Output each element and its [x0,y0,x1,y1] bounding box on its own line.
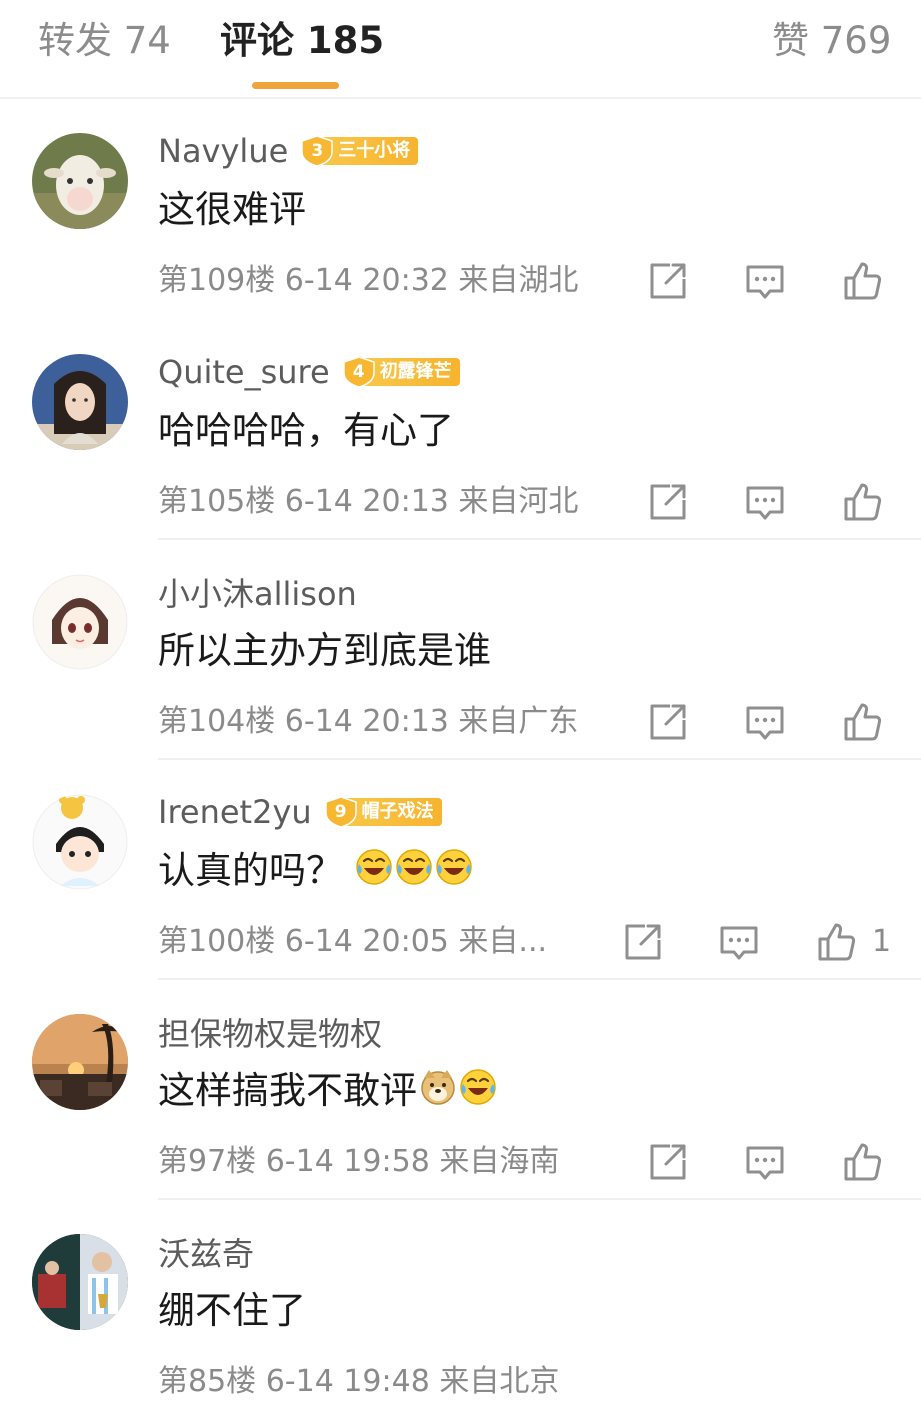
share-icon[interactable] [646,259,690,303]
comment-item: Navylue 3 三十小将 这很难评 第109楼 6-14 20:32 来自湖… [0,99,921,319]
fan-badge[interactable]: 3 三十小将 [300,135,419,167]
comment-item: 担保物权是物权 这样搞我不敢评 第97楼 6-14 19:58 来自海南 [0,980,921,1200]
comment-text: 所以主办方到底是谁 [158,629,491,672]
tab-comments[interactable]: 评论 185 [220,18,384,64]
like-icon[interactable] [840,700,884,744]
badge-level-icon: 4 [342,356,376,388]
username[interactable]: 沃兹奇 [158,1229,254,1275]
fan-badge[interactable]: 9 帽子戏法 [324,796,442,828]
comment-meta: 第105楼 6-14 20:13 来自河北 [158,484,579,519]
username[interactable]: Navylue [158,132,288,170]
comment-meta: 第85楼 6-14 19:48 来自北京 [158,1364,560,1399]
reply-icon[interactable] [743,700,787,744]
comment-text: 绷不住了 [158,1289,306,1332]
comment-text: 这样搞我不敢评 [158,1062,497,1112]
comment-text: 认真的吗？ [158,842,473,892]
like-icon[interactable] [840,1140,884,1184]
tab-likes[interactable]: 赞 769 [772,18,891,64]
tab-reposts[interactable]: 转发 74 [38,18,171,64]
comment-text: 哈哈哈哈，有心了 [158,409,454,452]
username[interactable]: Quite_sure [158,353,330,391]
username[interactable]: 小小沐allison [158,569,357,615]
avatar[interactable] [32,1014,128,1110]
like-icon[interactable] [840,259,884,303]
laugh-cry-emoji-icon [355,848,393,886]
like-count: 1 [872,924,892,959]
avatar[interactable] [32,133,128,229]
avatar[interactable] [32,1234,128,1330]
fan-badge[interactable]: 4 初露锋芒 [342,356,460,388]
comment-tabs: 转发 74 评论 185 赞 769 [0,0,921,99]
comment-meta: 第100楼 6-14 20:05 来自... [158,924,548,959]
comment-text: 这很难评 [158,188,306,231]
reply-icon[interactable] [743,480,787,524]
comment-item: Irenet2yu 9 帽子戏法 认真的吗？ 第100楼 6-14 20:05 … [0,760,921,980]
comment-meta: 第104楼 6-14 20:13 来自广东 [158,704,579,739]
comment-meta: 第97楼 6-14 19:58 来自海南 [158,1144,560,1179]
username[interactable]: 担保物权是物权 [158,1009,382,1055]
comment-meta: 第109楼 6-14 20:32 来自湖北 [158,263,579,298]
reply-icon[interactable] [743,1140,787,1184]
laugh-cry-emoji-icon [435,848,473,886]
like-icon[interactable] [840,480,884,524]
active-tab-indicator [252,82,339,89]
username[interactable]: Irenet2yu [158,793,312,831]
share-icon[interactable] [646,1140,690,1184]
like-icon[interactable] [814,920,858,964]
reply-icon[interactable] [743,259,787,303]
avatar[interactable] [32,574,128,670]
badge-level-icon: 3 [300,135,334,167]
doge-emoji-icon [419,1068,457,1106]
share-icon[interactable] [646,700,690,744]
comment-item: 小小沐allison 所以主办方到底是谁 第104楼 6-14 20:13 来自… [0,540,921,760]
reply-icon[interactable] [717,920,761,964]
share-icon[interactable] [621,920,665,964]
badge-level-icon: 9 [324,796,358,828]
avatar[interactable] [32,354,128,450]
comment-item: 沃兹奇 绷不住了 第85楼 6-14 19:48 来自北京 [0,1200,921,1420]
avatar[interactable] [32,794,128,890]
laugh-cry-emoji-icon [459,1068,497,1106]
laugh-cry-emoji-icon [395,848,433,886]
comment-item: Quite_sure 4 初露锋芒 哈哈哈哈，有心了 第105楼 6-14 20… [0,320,921,540]
share-icon[interactable] [646,480,690,524]
